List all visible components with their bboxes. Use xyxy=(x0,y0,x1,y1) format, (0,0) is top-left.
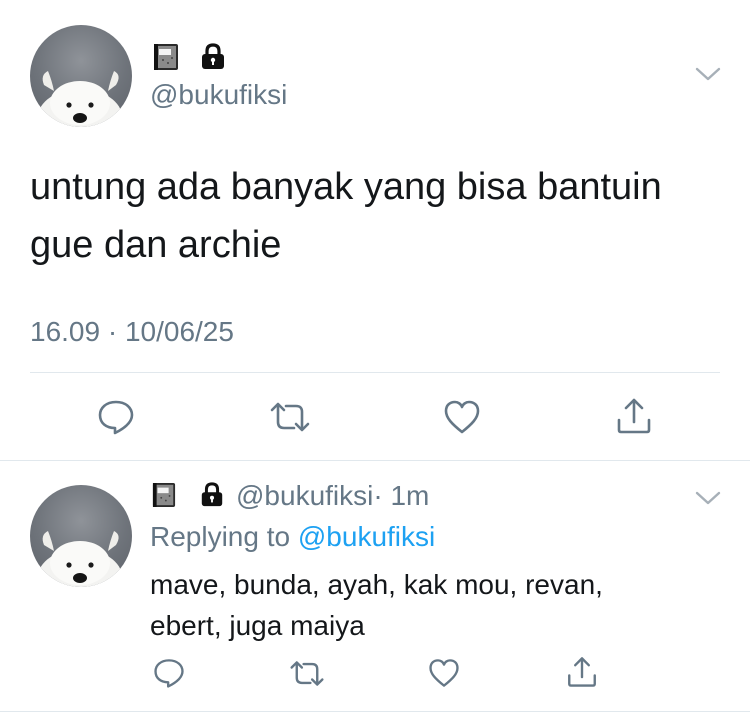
tweet-text-line-2: gue dan archie xyxy=(30,224,282,266)
replying-to-label: Replying to xyxy=(150,521,291,552)
like-icon[interactable] xyxy=(427,657,461,689)
tweet-timestamp[interactable]: 16.09 · 10/06/25 xyxy=(30,316,234,348)
reply-text-line-1: mave, bunda, ayah, kak mou, revan, xyxy=(150,569,603,600)
share-icon[interactable] xyxy=(614,396,654,436)
lock-emoji-icon xyxy=(199,42,227,72)
reply-time: · 1m xyxy=(373,480,430,511)
reply-tweet[interactable]: @bukufiksi· 1m Replying to @bukufiksi ma… xyxy=(0,461,750,713)
lock-emoji-icon xyxy=(199,481,225,509)
dog-avatar-icon xyxy=(38,71,122,127)
replying-to-handle[interactable]: @bukufiksi xyxy=(298,521,435,552)
dog-avatar-icon xyxy=(38,531,122,587)
like-icon[interactable] xyxy=(442,398,482,436)
retweet-icon[interactable] xyxy=(268,400,312,434)
reply-handle-line: @bukufiksi· 1m xyxy=(236,480,429,512)
avatar[interactable] xyxy=(30,25,132,127)
retweet-icon[interactable] xyxy=(288,659,326,688)
reply-text-line-2: ebert, juga maiya xyxy=(150,610,365,641)
tweet-text-line-1: untung ada banyak yang bisa bantuin xyxy=(30,166,662,208)
chevron-down-icon[interactable] xyxy=(694,489,722,507)
reply-author-handle[interactable]: @bukufiksi xyxy=(236,480,373,511)
share-icon[interactable] xyxy=(565,655,599,689)
author-handle[interactable]: @bukufiksi xyxy=(150,80,287,110)
notebook-emoji-icon xyxy=(152,482,176,508)
replying-to-line: Replying to @bukufiksi xyxy=(150,521,435,553)
divider xyxy=(30,372,720,373)
notebook-emoji-icon xyxy=(153,43,179,71)
reply-icon[interactable] xyxy=(152,657,186,689)
reply-icon[interactable] xyxy=(96,398,136,436)
main-tweet: @bukufiksi untung ada banyak yang bisa b… xyxy=(0,0,750,460)
bottom-divider xyxy=(0,711,750,712)
chevron-down-icon[interactable] xyxy=(694,65,722,83)
avatar[interactable] xyxy=(30,485,132,587)
